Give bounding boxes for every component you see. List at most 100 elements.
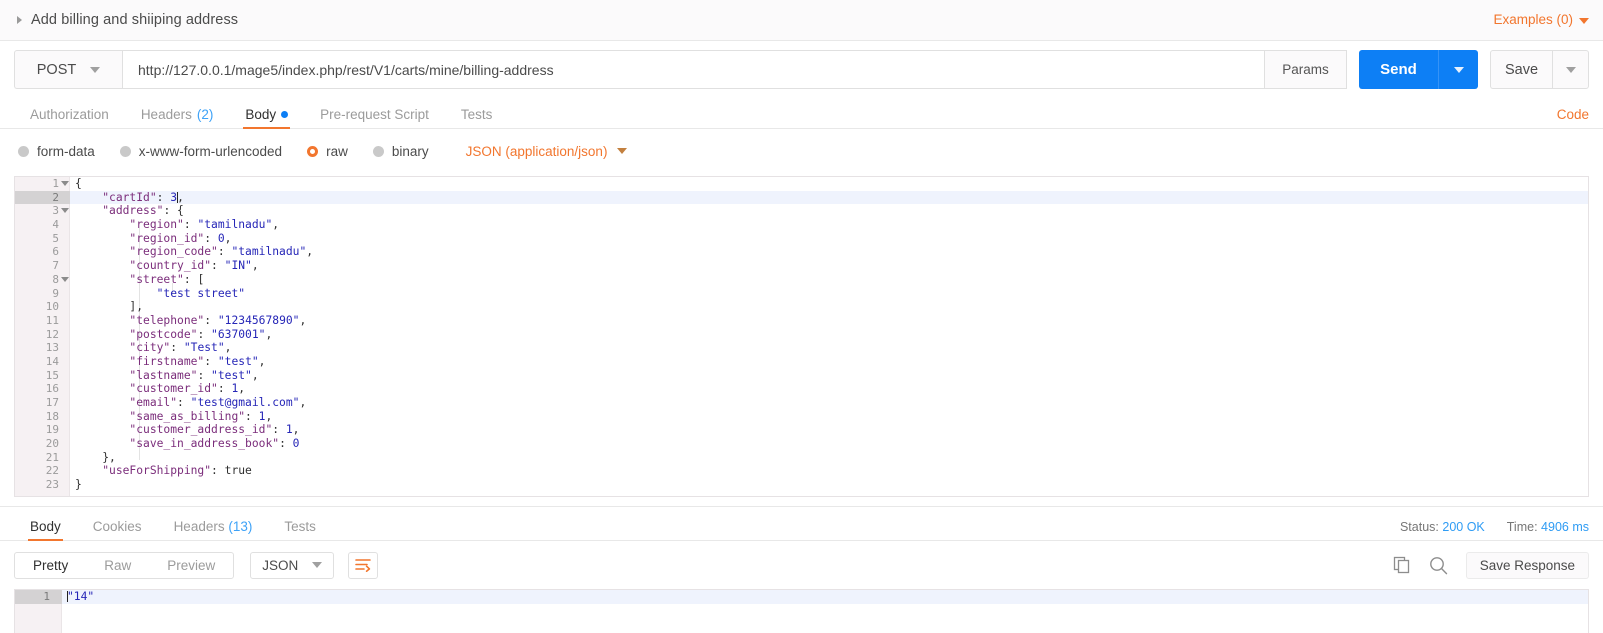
editor-line[interactable]: 5 "region_id": 0, (15, 232, 1588, 246)
word-wrap-toggle[interactable] (348, 551, 379, 579)
copy-response-button[interactable] (1393, 556, 1411, 574)
line-number: 20 (45, 437, 59, 451)
line-number: 12 (45, 327, 59, 341)
line-number: 16 (45, 382, 59, 396)
fold-arrow-icon[interactable] (61, 276, 69, 282)
editor-line[interactable]: 18 "same_as_billing": 1, (15, 410, 1588, 424)
save-options-button[interactable] (1552, 50, 1589, 89)
tab-label: Cookies (92, 518, 142, 534)
request-body-editor[interactable]: 1{2 "cartId": 3, 3 "address": {4 "region"… (14, 176, 1589, 497)
line-number: 2 (15, 190, 70, 205)
content-type-label: JSON (application/json) (465, 143, 608, 159)
params-button[interactable]: Params (1265, 50, 1347, 89)
line-text: "test street" (156, 286, 246, 300)
editor-line[interactable]: 9 "test street" (15, 287, 1588, 301)
send-button[interactable]: Send (1359, 50, 1438, 89)
response-tab-tests[interactable]: Tests (268, 519, 332, 541)
response-body-viewer[interactable]: 1 "14" (14, 589, 1589, 633)
response-toolbar: Pretty Raw Preview JSON Save Response (0, 541, 1603, 589)
line-text: "14" (66, 590, 95, 603)
body-modified-dot-icon (281, 110, 289, 118)
editor-line[interactable]: 17 "email": "test@gmail.com", (15, 396, 1588, 410)
send-options-button[interactable] (1438, 50, 1478, 89)
radio-x-www-form-urlencoded[interactable]: x-www-form-urlencoded (119, 143, 283, 159)
page-title: Add billing and shiiping address (31, 12, 239, 28)
time-badge: Time: 4906 ms (1507, 520, 1589, 534)
view-pretty-button[interactable]: Pretty (15, 553, 86, 578)
chevron-down-icon (1579, 17, 1589, 24)
chevron-down-icon (617, 148, 628, 154)
editor-line[interactable]: 7 "country_id": "IN", (15, 259, 1588, 273)
editor-line[interactable]: 20 "save_in_address_book": 0 (15, 437, 1588, 451)
line-text: "cartId": 3, (102, 190, 184, 204)
tab-label: Pre-request Script (320, 106, 429, 122)
url-input[interactable]: http://127.0.0.1/mage5/index.php/rest/V1… (122, 50, 1265, 89)
tab-count: (2) (196, 106, 214, 122)
editor-code-area[interactable]: 1{2 "cartId": 3, 3 "address": {4 "region"… (15, 177, 1588, 496)
tab-label: Authorization (30, 106, 109, 122)
line-number: 23 (45, 478, 59, 492)
fold-arrow-icon[interactable] (61, 181, 69, 186)
editor-line[interactable]: 22 "useForShipping": true (15, 464, 1588, 478)
content-type-selector[interactable]: JSON (application/json) (466, 144, 628, 159)
line-text: } (75, 478, 82, 492)
save-button[interactable]: Save (1490, 50, 1552, 89)
radio-label: form-data (37, 143, 95, 159)
response-line[interactable]: 1 "14" (15, 590, 1588, 604)
postman-request-response-pane: Add billing and shiiping address Example… (0, 0, 1603, 633)
code-link[interactable]: Code (1557, 107, 1589, 122)
line-number: 5 (52, 231, 59, 245)
line-number: 22 (45, 464, 59, 478)
radio-form-data[interactable]: form-data (18, 144, 95, 159)
radio-label: x-www-form-urlencoded (138, 143, 283, 159)
response-code-area[interactable]: 1 "14" (15, 590, 1588, 604)
editor-line[interactable]: 11 "telephone": "1234567890", (15, 314, 1588, 328)
view-raw-button[interactable]: Raw (86, 553, 149, 578)
send-group: Send (1359, 50, 1478, 89)
tab-body[interactable]: Body (229, 106, 304, 129)
radio-binary[interactable]: binary (372, 144, 429, 159)
examples-dropdown[interactable]: Examples (0) (1493, 12, 1589, 27)
view-preview-button[interactable]: Preview (149, 553, 233, 578)
line-number: 3 (52, 204, 59, 218)
editor-line[interactable]: 23} (15, 478, 1588, 492)
method-label: POST (36, 61, 77, 78)
editor-line[interactable]: 6 "region_code": "tamilnadu", (15, 245, 1588, 259)
editor-line[interactable]: 1{ (15, 177, 1588, 191)
response-toolbar-right: Save Response (1393, 551, 1589, 579)
save-group: Save (1490, 50, 1589, 89)
line-text: "email": "test@gmail.com", (129, 396, 307, 409)
editor-line[interactable]: 21 }, (15, 451, 1588, 465)
editor-line[interactable]: 19 "customer_address_id": 1, (15, 423, 1588, 437)
tab-tests[interactable]: Tests (445, 107, 509, 129)
method-selector[interactable]: POST (14, 50, 122, 89)
tab-label: Body (245, 106, 277, 122)
response-tab-body[interactable]: Body (14, 519, 77, 541)
editor-line[interactable]: 15 "lastname": "test", (15, 369, 1588, 383)
editor-line[interactable]: 10 ], (15, 300, 1588, 314)
search-response-button[interactable] (1429, 556, 1448, 575)
line-text: "address": { (102, 204, 184, 218)
triangle-right-icon[interactable] (12, 16, 26, 24)
radio-raw[interactable]: raw (307, 144, 348, 159)
save-response-button[interactable]: Save Response (1465, 551, 1589, 579)
line-number: 14 (45, 354, 59, 368)
editor-line[interactable]: 14 "firstname": "test", (15, 355, 1588, 369)
response-tab-cookies[interactable]: Cookies (77, 518, 158, 541)
line-text: "city": "Test", (129, 341, 232, 355)
editor-line[interactable]: 12 "postcode": "637001", (15, 328, 1588, 342)
response-format-selector[interactable]: JSON (250, 551, 335, 579)
line-text: "save_in_address_book": 0 (129, 437, 300, 451)
editor-line[interactable]: 13 "city": "Test", (15, 341, 1588, 355)
tab-headers[interactable]: Headers (2) (125, 106, 230, 129)
editor-line[interactable]: 4 "region": "tamilnadu", (15, 218, 1588, 232)
editor-line[interactable]: 16 "customer_id": 1, (15, 382, 1588, 396)
editor-line[interactable]: 2 "cartId": 3, (15, 190, 1588, 205)
editor-line[interactable]: 8 "street": [ (15, 273, 1588, 287)
fold-arrow-icon[interactable] (61, 208, 69, 214)
line-text: "country_id": "IN", (129, 259, 259, 273)
tab-authorization[interactable]: Authorization (14, 106, 125, 129)
response-tab-headers[interactable]: Headers (13) (158, 519, 269, 541)
tab-pre-request-script[interactable]: Pre-request Script (304, 106, 445, 129)
editor-line[interactable]: 3 "address": { (15, 204, 1588, 218)
